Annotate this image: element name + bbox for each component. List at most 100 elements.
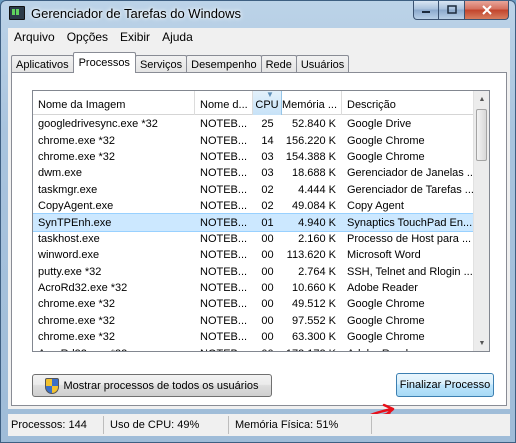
process-description: Google Chrome — [347, 150, 425, 163]
table-row[interactable]: CopyAgent.exe NOTEB... 02 49.084 K Copy Agen… — [33, 198, 474, 214]
table-row[interactable]: googledrivesync.exe *32 NOTEB... 25 52.840 … — [33, 116, 474, 132]
menu-opcoes[interactable]: Opções — [61, 30, 114, 44]
task-manager-icon — [9, 6, 25, 20]
table-row[interactable]: taskhost.exe NOTEB... 00 2.160 K Processo de… — [33, 231, 474, 247]
process-user: NOTEB... — [200, 331, 248, 344]
process-memory: 156.220 K — [285, 134, 336, 147]
process-memory: 52.840 K — [291, 118, 336, 131]
process-cpu: 03 — [261, 150, 274, 163]
process-memory: 4.940 K — [282, 216, 342, 229]
tab-processos[interactable]: Processos — [72, 52, 136, 73]
tab-usuarios[interactable]: Usuários — [295, 55, 350, 73]
scrollbar-thumb[interactable] — [476, 109, 487, 161]
table-row[interactable]: chrome.exe *32 NOTEB... 00 49.512 K Google C… — [33, 296, 474, 312]
menu-exibir[interactable]: Exibir — [114, 30, 156, 44]
process-user: NOTEB... — [200, 232, 248, 245]
process-cpu: 02 — [261, 183, 274, 196]
header-user-name[interactable]: Nome d... — [195, 91, 253, 115]
status-cpu: Uso de CPU: 49% — [107, 416, 229, 434]
process-name: dwm.exe — [38, 167, 83, 180]
process-user: NOTEB... — [200, 249, 248, 262]
process-cpu: 00 — [261, 282, 274, 295]
process-memory: 49.084 K — [291, 200, 336, 213]
process-memory: 63.300 K — [291, 331, 336, 344]
menu-bar: Arquivo Opções Exibir Ajuda — [8, 28, 510, 46]
process-rows: googledrivesync.exe *32 NOTEB... 25 52.840 … — [33, 116, 475, 351]
process-name: winword.exe — [38, 249, 100, 262]
maximize-icon — [446, 5, 457, 14]
process-description: Google Chrome — [347, 331, 425, 344]
process-cpu: 00 — [253, 348, 282, 351]
process-name: AcroRd32.exe *32 — [33, 348, 195, 351]
process-name: chrome.exe *32 — [38, 134, 116, 147]
process-description: Adobe Reader — [342, 348, 474, 351]
list-header: Nome da Imagem Nome d... ▼ CPU Memória .… — [33, 91, 474, 115]
process-user: NOTEB... — [200, 134, 248, 147]
process-user: NOTEB... — [200, 282, 248, 295]
table-row[interactable]: chrome.exe *32 NOTEB... 14 156.220 K Google … — [33, 132, 474, 148]
header-description[interactable]: Descrição — [342, 91, 474, 115]
process-user: NOTEB... — [200, 298, 248, 311]
table-row[interactable]: chrome.exe *32 NOTEB... 00 97.552 K Google C… — [33, 313, 474, 329]
table-row[interactable]: chrome.exe *32 NOTEB... 00 63.300 K Google C… — [33, 329, 474, 345]
process-memory: 49.512 K — [291, 298, 336, 311]
window-controls — [413, 1, 509, 20]
scroll-down-icon[interactable]: ▼ — [474, 335, 489, 351]
process-name: CopyAgent.exe — [38, 200, 114, 213]
header-cpu[interactable]: ▼ CPU — [253, 91, 282, 115]
process-memory: 10.660 K — [291, 282, 336, 295]
process-description: Google Chrome — [347, 298, 425, 311]
header-memory[interactable]: Memória ... — [282, 91, 342, 115]
table-row[interactable]: chrome.exe *32 NOTEB... 03 154.388 K Google … — [33, 149, 474, 165]
process-cpu: 01 — [253, 216, 282, 229]
process-user: NOTEB... — [200, 314, 248, 327]
status-memory: Memória Física: 51% — [232, 416, 372, 434]
table-row[interactable]: taskmgr.exe NOTEB... 02 4.444 K Gerenciador … — [33, 182, 474, 198]
process-cpu: 00 — [261, 265, 274, 278]
process-name: chrome.exe *32 — [38, 298, 116, 311]
process-cpu: 00 — [261, 232, 274, 245]
process-user: NOTEB... — [200, 183, 248, 196]
scroll-up-icon[interactable]: ▲ — [474, 91, 489, 107]
process-memory: 154.388 K — [285, 150, 336, 163]
process-name: googledrivesync.exe *32 — [38, 118, 158, 131]
header-image-name[interactable]: Nome da Imagem — [33, 91, 195, 115]
process-memory: 113.620 K — [286, 249, 336, 262]
minimize-button[interactable] — [413, 1, 439, 20]
process-name: chrome.exe *32 — [38, 331, 116, 344]
end-process-button[interactable]: Finalizar Processo — [396, 373, 494, 397]
uac-shield-icon — [45, 377, 60, 394]
sort-descending-icon: ▼ — [266, 91, 274, 99]
menu-ajuda[interactable]: Ajuda — [156, 30, 199, 44]
processes-panel: Nome da Imagem Nome d... ▼ CPU Memória .… — [11, 72, 507, 424]
process-cpu: 00 — [261, 331, 274, 344]
process-description: Copy Agent — [347, 200, 404, 213]
process-user: NOTEB... — [195, 216, 253, 229]
table-row[interactable]: AcroRd32.exe *32NOTEB...00173.172 KAdobe… — [33, 345, 474, 351]
process-memory: 18.688 K — [291, 167, 336, 180]
tab-servicos[interactable]: Serviços — [134, 55, 188, 73]
process-description: Microsoft Word — [347, 249, 421, 262]
menu-arquivo[interactable]: Arquivo — [8, 30, 61, 44]
table-row[interactable]: putty.exe *32 NOTEB... 00 2.764 K SSH, Telne… — [33, 264, 474, 280]
close-button[interactable] — [465, 1, 509, 20]
tab-aplicativos[interactable]: Aplicativos — [11, 55, 74, 73]
vertical-scrollbar[interactable]: ▲ ▼ — [473, 91, 489, 351]
table-row[interactable]: winword.exe NOTEB... 00 113.620 K Microsoft … — [33, 247, 474, 263]
table-row[interactable]: AcroRd32.exe *32 NOTEB... 00 10.660 K Adobe … — [33, 280, 474, 296]
show-all-users-label: Mostrar processos de todos os usuários — [63, 379, 259, 392]
tab-desempenho[interactable]: Desempenho — [186, 55, 262, 73]
table-row[interactable]: SynTPEnh.exe NOTEB... 01 4.940 K Synaptics T… — [33, 213, 475, 232]
client-area: Aplicativos Processos Serviços Desempenh… — [8, 46, 510, 424]
process-user: NOTEB... — [200, 118, 248, 131]
table-row[interactable]: dwm.exe NOTEB... 03 18.688 K Gerenciador de … — [33, 165, 474, 181]
title-bar[interactable]: Gerenciador de Tarefas do Windows — [1, 1, 515, 27]
tab-rede[interactable]: Rede — [260, 55, 297, 73]
process-description: Google Chrome — [347, 314, 425, 327]
status-processes: Processos: 144 — [8, 416, 104, 434]
show-all-users-button[interactable]: Mostrar processos de todos os usuários — [32, 374, 272, 397]
process-name: chrome.exe *32 — [38, 314, 116, 327]
maximize-button[interactable] — [439, 1, 465, 20]
process-description: Gerenciador de Janelas ... — [347, 167, 474, 180]
process-list[interactable]: Nome da Imagem Nome d... ▼ CPU Memória .… — [32, 90, 490, 352]
